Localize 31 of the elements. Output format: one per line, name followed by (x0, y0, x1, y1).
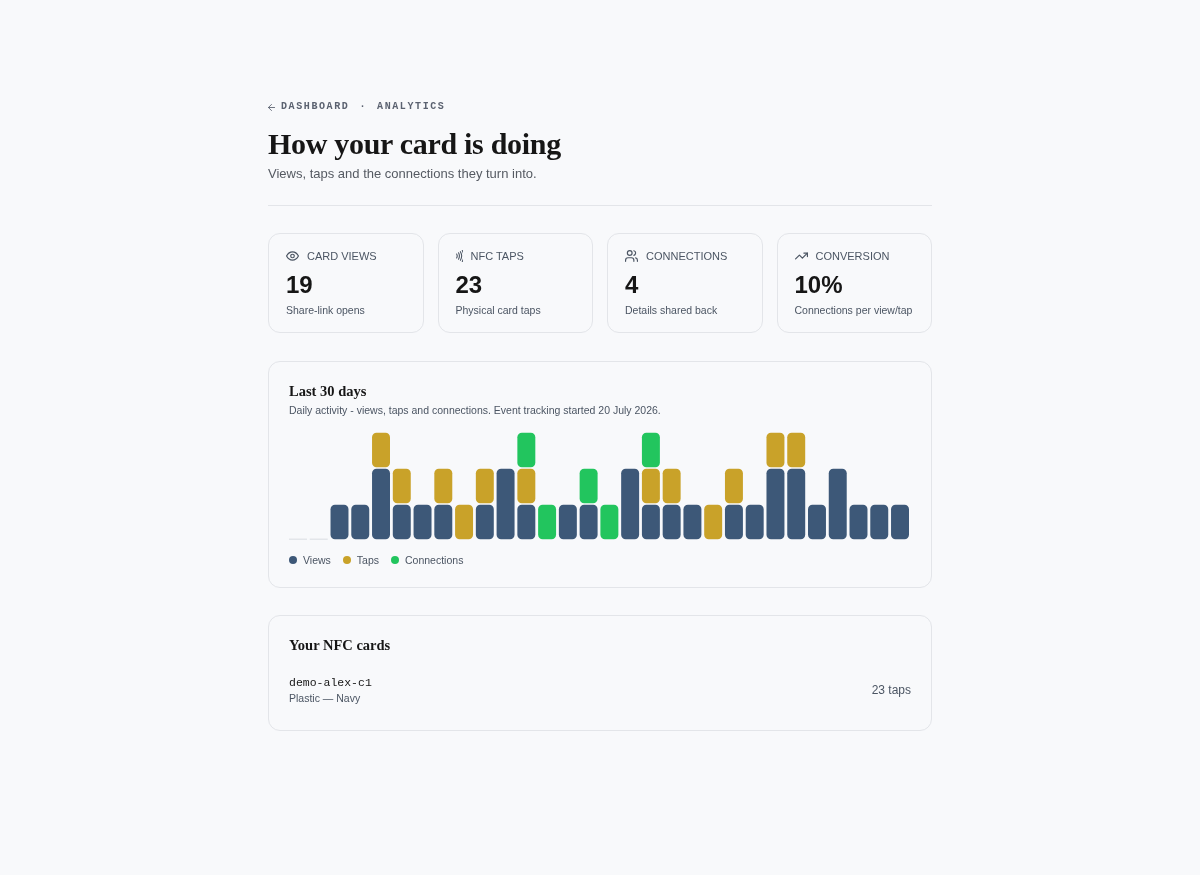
stat-caption: Share-link opens (286, 303, 366, 317)
stat-label: CARD VIEWS (307, 249, 377, 263)
breadcrumb-current: ANALYTICS (377, 101, 446, 113)
stat-caption: Connections per view/tap (794, 303, 914, 317)
stat-label: CONNECTIONS (646, 249, 728, 263)
users-icon (625, 250, 638, 262)
nfc-card-taps: 23 taps (871, 682, 911, 698)
panel-title: Your NFC cards (289, 636, 392, 654)
stat-value: 19 (286, 271, 314, 299)
stat-label: NFC TAPS (470, 249, 524, 263)
chart-description: Daily activity - views, taps and connections. Event tracking started 20 July 2026. (289, 403, 662, 417)
breadcrumb-separator: · (359, 101, 368, 113)
page-title: How your card is doing (268, 126, 562, 162)
back-arrow-icon (268, 103, 275, 111)
signal-waves-icon (455, 250, 463, 262)
trend-up-icon (794, 252, 808, 260)
page-subtitle: Views, taps and the connections they turn into. (268, 165, 538, 183)
stat-caption: Physical card taps (455, 303, 542, 317)
legend-label: Connections (405, 553, 464, 567)
stat-caption: Details shared back (625, 303, 719, 317)
breadcrumb-link[interactable]: DASHBOARD (268, 101, 350, 113)
nfc-card-name: demo-alex-c1 (289, 675, 372, 691)
stat-value: 23 (455, 271, 484, 299)
stat-value: 4 (625, 271, 640, 299)
nfc-card-material: Plastic — Navy (289, 691, 362, 705)
stat-value: 10% (794, 271, 844, 299)
legend-label: Taps (356, 553, 379, 567)
eye-icon (286, 251, 299, 261)
chart-title: Last 30 days (289, 382, 368, 400)
legend-label: Views (303, 553, 331, 567)
stat-label: CONVERSION (815, 249, 890, 263)
